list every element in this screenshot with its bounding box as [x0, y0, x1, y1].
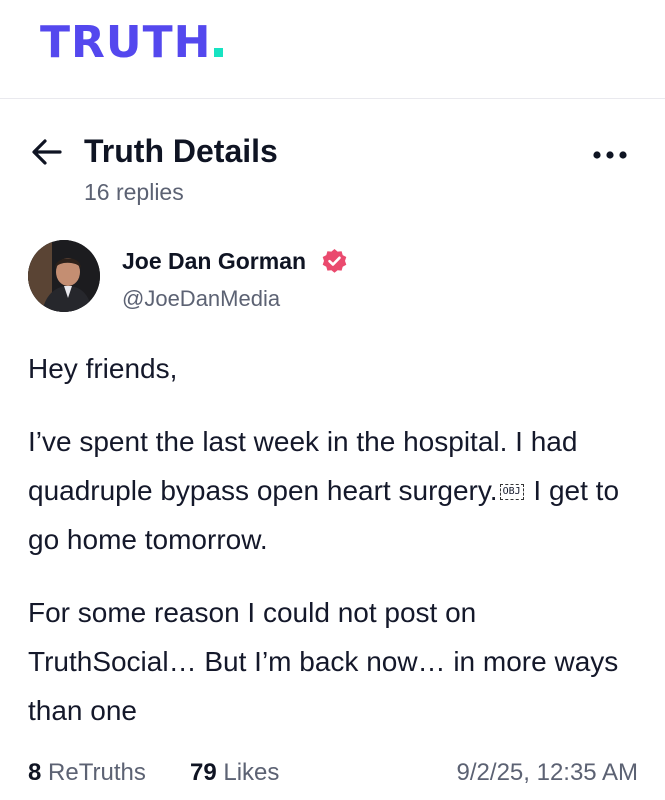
post-footer: 8 ReTruths 79 Likes 9/2/25, 12:35 AM: [28, 756, 638, 790]
page-header: Truth Details 16 replies: [0, 125, 665, 215]
post-body: Hey friends, I’ve spent the last week in…: [28, 344, 638, 759]
post-text: I’ve spent the last week in the hospital…: [28, 426, 578, 506]
arrow-left-icon: [32, 139, 62, 165]
post-paragraph: Hey friends,: [28, 353, 178, 384]
likes-stat[interactable]: 79 Likes: [190, 756, 279, 790]
likes-count: 79: [190, 759, 217, 786]
retruths-label: ReTruths: [48, 759, 146, 786]
author-name[interactable]: Joe Dan Gorman: [122, 246, 306, 276]
logo-text: TRUTH: [40, 17, 212, 68]
back-button[interactable]: [30, 137, 64, 167]
replies-count: 16 replies: [84, 179, 184, 205]
logo-dot: [214, 48, 224, 57]
post-timestamp: 9/2/25, 12:35 AM: [456, 759, 638, 786]
object-replacement-glyph: OBJ: [499, 484, 524, 500]
retruths-count: 8: [28, 759, 42, 786]
truth-logo[interactable]: TRUTH: [40, 17, 224, 68]
avatar-image: [28, 240, 100, 312]
post-paragraph: For some reason I could not post on Trut…: [28, 597, 619, 726]
likes-label: Likes: [223, 759, 280, 786]
avatar[interactable]: [28, 240, 100, 312]
page-title: Truth Details: [84, 133, 278, 169]
author-handle[interactable]: @JoeDanMedia: [122, 284, 280, 314]
verified-badge-icon: [321, 248, 348, 275]
post-paragraph: I’ve spent the last week in the hospital…: [28, 417, 638, 564]
retruths-stat[interactable]: 8 ReTruths: [28, 756, 146, 790]
top-bar: TRUTH: [0, 0, 665, 99]
more-options-button[interactable]: [592, 145, 628, 165]
more-horizontal-icon: [593, 151, 627, 159]
